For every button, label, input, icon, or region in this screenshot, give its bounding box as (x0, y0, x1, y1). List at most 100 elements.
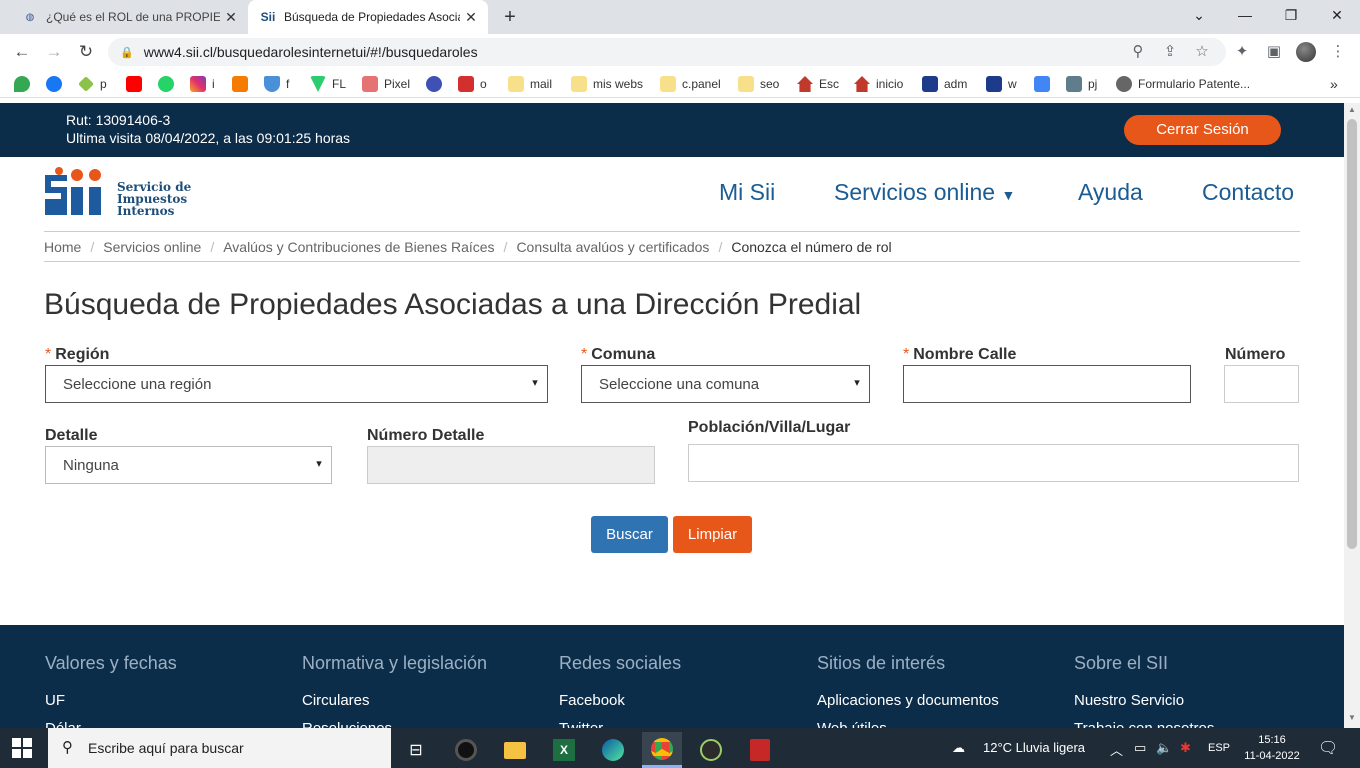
footer-link[interactable]: Aplicaciones y documentos (817, 692, 999, 709)
windows-start-icon[interactable] (12, 738, 32, 758)
bookmark-translate[interactable] (1034, 75, 1056, 93)
taskbar-search-input[interactable]: ⚲ Escribe aquí para buscar (48, 728, 391, 768)
reload-icon[interactable]: ↻ (74, 40, 98, 64)
footer-link[interactable]: UF (45, 692, 65, 709)
antivirus-icon[interactable]: ✱ (1180, 740, 1191, 756)
breadcrumb-avaluos[interactable]: Avalúos y Contribuciones de Bienes Raíce… (223, 239, 494, 255)
footer-link[interactable]: Circulares (302, 692, 370, 709)
chrome-icon[interactable] (642, 732, 682, 768)
region-select[interactable]: Seleccione una región ▾ (45, 365, 548, 403)
task-view-icon[interactable]: ⊟ (396, 732, 436, 768)
bookmark-pixel[interactable]: Pixel (362, 75, 410, 93)
logout-button[interactable]: Cerrar Sesión (1124, 115, 1281, 145)
scroll-thumb[interactable] (1347, 119, 1357, 549)
bookmark-formulario-patente[interactable]: Formulario Patente... (1116, 75, 1250, 93)
bookmark-c[interactable] (426, 75, 448, 93)
file-explorer-icon[interactable] (495, 732, 535, 768)
language-indicator[interactable]: ESP (1208, 742, 1230, 754)
nav-mi-sii[interactable]: Mi Sii (719, 179, 775, 206)
footer-link[interactable]: Resoluciones (302, 720, 392, 728)
close-icon[interactable]: ✕ (220, 9, 242, 26)
poblacion-input[interactable] (688, 444, 1299, 482)
excel-icon[interactable]: X (544, 732, 584, 768)
sii-logo[interactable]: Servicio de Impuestos Internos (45, 167, 195, 223)
bookmark-i[interactable]: i (190, 75, 215, 93)
extensions-icon[interactable]: ✦ (1230, 40, 1254, 64)
nav-servicios-online[interactable]: Servicios online ▼ (834, 179, 1015, 206)
share-icon[interactable]: ⇪ (1158, 40, 1182, 64)
forward-icon[interactable]: → (42, 40, 66, 64)
bookmark-seo[interactable]: seo (738, 75, 779, 93)
meet-now-icon[interactable]: ▭ (1134, 740, 1146, 756)
numero-label: Número (1225, 346, 1286, 363)
camera-app-icon[interactable] (446, 732, 486, 768)
breadcrumb-consulta[interactable]: Consulta avalúos y certificados (516, 239, 709, 255)
translate-icon (1034, 76, 1050, 92)
tab-busqueda-propiedades[interactable]: Sii Búsqueda de Propiedades Asociad ✕ (248, 0, 488, 34)
bookmark-mail[interactable]: mail (508, 75, 552, 93)
profile-avatar[interactable] (1296, 42, 1316, 62)
limpiar-button[interactable]: Limpiar (673, 516, 752, 553)
notification-icon[interactable]: 🗨 (1318, 738, 1338, 758)
minimize-icon[interactable]: — (1222, 0, 1268, 34)
edge-icon[interactable] (593, 732, 633, 768)
weather-icon[interactable]: ☁ (952, 740, 965, 756)
bookmark-fl[interactable]: FL (310, 75, 346, 93)
tray-chevron-up-icon[interactable]: ︿ (1110, 740, 1123, 759)
bookmark-maps[interactable] (14, 75, 36, 93)
nav-contacto[interactable]: Contacto (1202, 179, 1294, 206)
bookmark-s[interactable] (232, 75, 254, 93)
footer-link[interactable]: Twitter (559, 720, 603, 728)
inkscape-icon[interactable] (691, 732, 731, 768)
bookmark-f[interactable]: f (264, 75, 289, 93)
window-close-icon[interactable]: ✕ (1314, 0, 1360, 34)
side-panel-icon[interactable]: ▣ (1262, 40, 1286, 64)
footer-link[interactable]: Facebook (559, 692, 625, 709)
footer-link[interactable]: Nuestro Servicio (1074, 692, 1184, 709)
bookmark-cpanel[interactable]: c.panel (660, 75, 721, 93)
bookmark-youtube[interactable] (126, 75, 148, 93)
bookmark-esc[interactable]: Esc (797, 75, 839, 93)
pdf-icon[interactable] (740, 732, 780, 768)
select-value: Seleccione una comuna (599, 375, 760, 393)
scroll-up-icon[interactable]: ▲ (1344, 105, 1360, 114)
bookmark-facebook[interactable] (46, 75, 68, 93)
bookmark-inicio[interactable]: inicio (854, 75, 903, 93)
menu-kebab-icon[interactable]: ⋮ (1326, 40, 1350, 64)
bookmark-mis-webs[interactable]: mis webs (571, 75, 643, 93)
buscar-button[interactable]: Buscar (591, 516, 668, 553)
footer-link[interactable]: Dólar (45, 720, 81, 728)
bookmarks-overflow[interactable]: » (1330, 75, 1338, 93)
tab-search-chevron-icon[interactable]: ⌄ (1176, 0, 1222, 34)
nav-ayuda[interactable]: Ayuda (1078, 179, 1143, 206)
bookmark-w[interactable]: w (986, 75, 1017, 93)
url-input[interactable]: 🔒 www4.sii.cl/busquedarolesinternetui/#!… (108, 38, 1226, 66)
diamond-icon (78, 76, 94, 92)
tab-rol-propiedad[interactable]: ◍ ¿Qué es el ROL de una PROPIEDAD ✕ (8, 0, 248, 34)
detalle-select[interactable]: Ninguna ▾ (45, 446, 332, 484)
breadcrumb-home[interactable]: Home (44, 239, 81, 255)
bookmark-whatsapp[interactable] (158, 75, 180, 93)
bookmark-p[interactable]: p (78, 75, 107, 93)
back-icon[interactable]: ← (10, 40, 34, 64)
bookmark-pj[interactable]: pj (1066, 75, 1097, 93)
clock[interactable]: 15:16 11-04-2022 (1240, 732, 1304, 764)
bookmark-adm[interactable]: adm (922, 75, 967, 93)
breadcrumb-servicios[interactable]: Servicios online (103, 239, 201, 255)
scroll-down-icon[interactable]: ▼ (1344, 713, 1360, 722)
bookmark-star-icon[interactable]: ☆ (1190, 40, 1214, 64)
required-mark: * (903, 346, 910, 363)
weather-text[interactable]: 12°C Lluvia ligera (983, 740, 1085, 755)
volume-icon[interactable]: 🔈 (1156, 740, 1172, 756)
calle-input[interactable] (903, 365, 1191, 403)
numero-input[interactable] (1224, 365, 1299, 403)
bookmark-o[interactable]: o (458, 75, 487, 93)
footer-link[interactable]: Web útiles (817, 720, 887, 728)
comuna-select[interactable]: Seleccione una comuna ▾ (581, 365, 870, 403)
restore-icon[interactable]: ❐ (1268, 0, 1314, 34)
close-icon[interactable]: ✕ (460, 9, 482, 26)
new-tab-icon[interactable]: + (498, 5, 522, 29)
page-scrollbar[interactable]: ▲ ▼ (1344, 103, 1360, 728)
footer-link[interactable]: Trabaje con nosotros (1074, 720, 1214, 728)
zoom-icon[interactable]: ⚲ (1126, 40, 1150, 64)
